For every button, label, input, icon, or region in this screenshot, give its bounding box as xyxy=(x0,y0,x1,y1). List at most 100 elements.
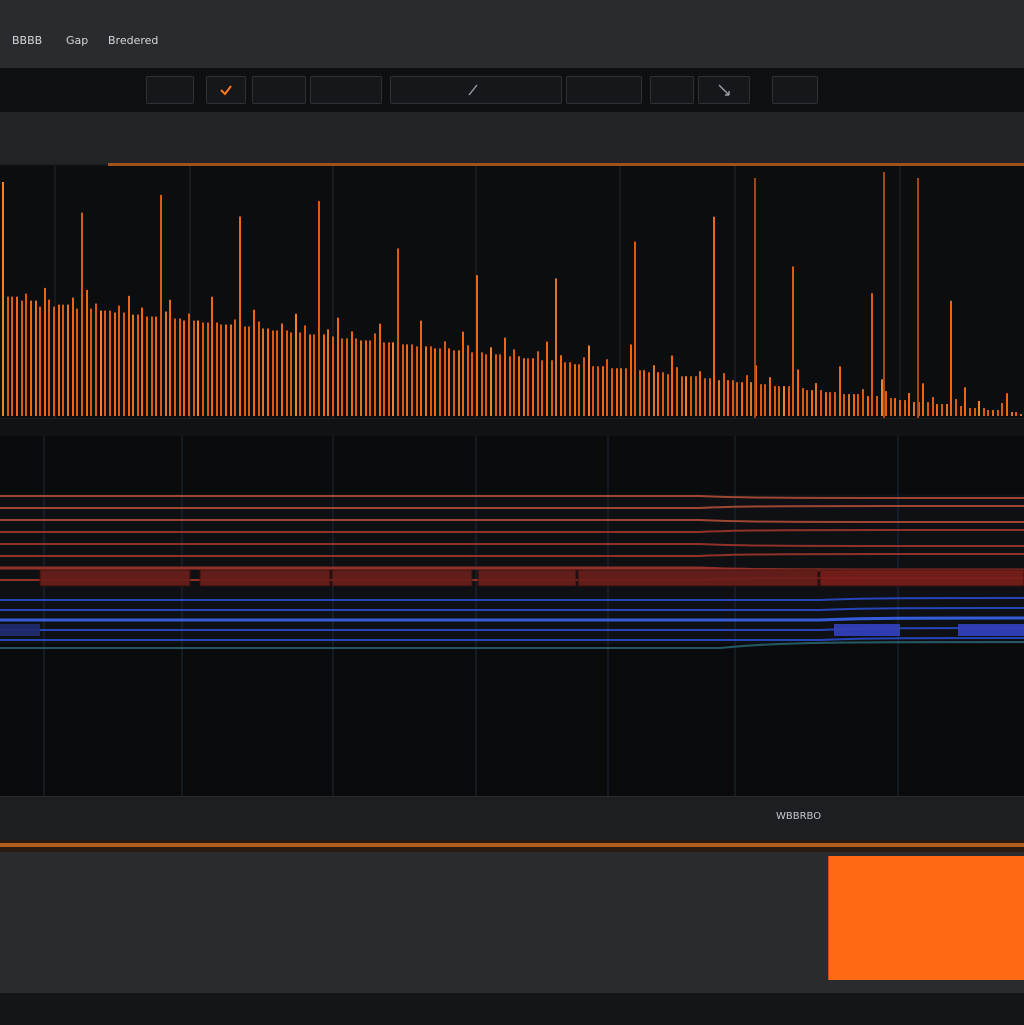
spectrum-bar xyxy=(258,321,260,416)
blue-clip[interactable] xyxy=(0,624,40,636)
spectrum-bar xyxy=(183,320,185,416)
spectrum-bar xyxy=(806,390,808,416)
red-clip[interactable] xyxy=(199,569,331,587)
spectrum-bar xyxy=(141,307,143,416)
toolbar-button-1[interactable] xyxy=(146,76,194,104)
spectrum-bar xyxy=(527,358,529,416)
spectrum-bar xyxy=(667,374,669,416)
spectrum-bar xyxy=(746,375,748,416)
spectrum-bar xyxy=(606,359,608,416)
spectrum-bar xyxy=(188,313,190,416)
spectrum-bar xyxy=(620,368,622,416)
blue-clip[interactable] xyxy=(834,624,900,636)
spectrum-bar xyxy=(495,354,497,416)
bottom-accent-line xyxy=(0,843,1024,847)
spectrum-bar xyxy=(518,356,520,416)
spectrum-bar xyxy=(207,322,209,416)
spectrum-bar xyxy=(132,314,134,416)
status-bar: WBBRBO xyxy=(0,796,1024,842)
spectrum-bar xyxy=(369,340,371,416)
spectrum-bar xyxy=(72,297,74,416)
spectrum-bar xyxy=(220,324,222,416)
top-menu-bar: BBBB Gap Bredered xyxy=(0,0,1024,69)
toolbar-button-5[interactable] xyxy=(566,76,642,104)
spectrum-bar xyxy=(709,378,711,416)
toolbar-button-8[interactable] xyxy=(772,76,818,104)
spectrum-bar xyxy=(992,410,994,416)
toolbar-button-6[interactable] xyxy=(650,76,694,104)
spectrum-bar xyxy=(723,373,725,416)
red-clip[interactable] xyxy=(477,569,577,587)
spectrum-bar xyxy=(732,380,734,416)
toolbar-button-7[interactable] xyxy=(698,76,750,104)
toolbar xyxy=(0,68,1024,113)
spectrum-bar xyxy=(997,410,999,416)
spectrum-bar xyxy=(411,344,413,416)
toolbar-button-2[interactable] xyxy=(206,76,246,104)
spectrum-bar xyxy=(448,348,450,416)
spectrum-bar xyxy=(267,328,269,416)
spectrum-bar xyxy=(160,194,162,416)
preview-box[interactable] xyxy=(828,856,1024,980)
spectrum-bar xyxy=(843,394,845,416)
spectrum-bar xyxy=(871,293,873,416)
tracks-panel xyxy=(0,436,1024,796)
spectrum-bar xyxy=(537,351,539,416)
spectrum-bar xyxy=(21,300,23,416)
spectrum-bar xyxy=(736,382,738,416)
toolbar-button-3[interactable] xyxy=(252,76,306,104)
menu-item-1[interactable]: BBBB xyxy=(12,34,42,47)
spectrum-bar xyxy=(471,352,473,416)
spectrum-bar xyxy=(351,331,353,416)
spectrum-bar xyxy=(239,216,241,416)
spectrum-bar xyxy=(402,344,404,416)
menu-item-2[interactable]: Gap xyxy=(66,34,88,47)
spectrum-bar xyxy=(862,389,864,416)
spectrum-bar xyxy=(983,408,985,416)
spectrum-bar xyxy=(341,338,343,416)
spectrum-bar xyxy=(248,326,250,416)
spectrum-bar xyxy=(616,368,618,416)
checkmark-icon xyxy=(219,83,233,97)
menu-item-3[interactable]: Bredered xyxy=(108,34,158,47)
spectrum-bar xyxy=(313,334,315,416)
red-clip[interactable] xyxy=(577,569,819,587)
spectrum-bar xyxy=(899,400,901,416)
spectrum-bar xyxy=(792,266,794,416)
spectrum-bar xyxy=(11,296,13,416)
spectrum-bar xyxy=(360,340,362,416)
spectrum-bar xyxy=(146,316,148,416)
tracks-panel-bg xyxy=(0,436,1024,494)
spectrum-bar xyxy=(388,342,390,416)
toolbar-field-1[interactable] xyxy=(390,76,562,104)
red-clip[interactable] xyxy=(39,569,191,587)
spectrum-bar xyxy=(58,304,60,416)
spectrum-bar xyxy=(574,364,576,416)
blue-clip[interactable] xyxy=(958,624,1024,636)
status-label: WBBRBO xyxy=(776,811,822,822)
spectrum-bar xyxy=(1011,412,1013,416)
spectrum-bar xyxy=(309,334,311,416)
spectrum-bar xyxy=(588,345,590,416)
spectrum-bar xyxy=(295,313,297,416)
spectrum-bar xyxy=(406,344,408,416)
spectrum-bar xyxy=(458,350,460,416)
toolbar-button-4[interactable] xyxy=(310,76,382,104)
spectrum-bar xyxy=(974,408,976,416)
spectrum-bar xyxy=(230,324,232,416)
red-clip[interactable] xyxy=(819,569,1024,587)
spectrum-bar xyxy=(611,368,613,416)
spectrum-bar xyxy=(383,342,385,416)
spectrum-bar xyxy=(151,316,153,416)
red-clip[interactable] xyxy=(331,569,473,587)
spectrum-bar xyxy=(713,216,715,416)
spectrum-bar xyxy=(560,355,562,416)
spectrum-bar xyxy=(815,383,817,416)
spectrum-bar xyxy=(978,401,980,416)
spectrum-bar xyxy=(825,392,827,416)
spectrum-bar xyxy=(53,306,55,416)
spectrum-bar xyxy=(853,394,855,416)
spectrum-bar xyxy=(86,289,88,416)
spectrum-bar xyxy=(811,390,813,416)
spectrum-bar xyxy=(67,304,69,416)
